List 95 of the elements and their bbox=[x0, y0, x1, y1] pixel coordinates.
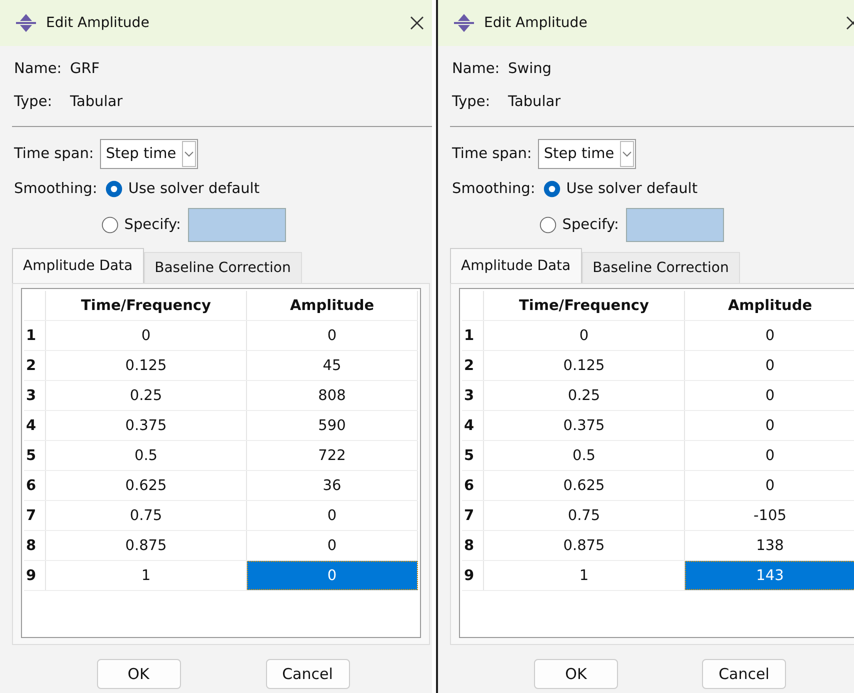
diamond-arrows-icon bbox=[452, 13, 476, 33]
chevron-down-icon bbox=[182, 141, 196, 167]
radio-button[interactable] bbox=[543, 180, 562, 198]
table-cell[interactable]: -105 bbox=[685, 501, 854, 530]
row-number: 8 bbox=[24, 531, 46, 560]
row-number: 2 bbox=[462, 351, 484, 380]
field-label: Smoothing: bbox=[452, 180, 536, 199]
column-header: Amplitude bbox=[247, 291, 418, 320]
row-number: 2 bbox=[24, 351, 46, 380]
row-number: 3 bbox=[24, 381, 46, 410]
table-cell[interactable]: 0.875 bbox=[484, 531, 685, 560]
tab[interactable]: Amplitude Data bbox=[450, 248, 582, 283]
table-cell[interactable]: 0 bbox=[685, 411, 854, 440]
table-cell[interactable]: 0.875 bbox=[46, 531, 247, 560]
row-number: 4 bbox=[462, 411, 484, 440]
table-cell[interactable]: 0 bbox=[247, 321, 418, 350]
input-field[interactable] bbox=[188, 208, 286, 242]
table-cell[interactable]: 0 bbox=[685, 351, 854, 380]
dialog-button[interactable]: Cancel bbox=[266, 659, 350, 689]
table-cell[interactable]: 0 bbox=[247, 531, 418, 560]
table-cell[interactable]: 45 bbox=[247, 351, 418, 380]
option-label: Use solver default bbox=[128, 181, 260, 197]
field-label: Type: bbox=[452, 94, 492, 110]
field-label: Name: bbox=[14, 60, 63, 76]
table-cell[interactable]: 36 bbox=[247, 471, 418, 500]
dialog-button[interactable]: Cancel bbox=[702, 659, 786, 689]
table-cell[interactable]: 0.75 bbox=[46, 501, 247, 530]
field-label: Name: bbox=[452, 60, 501, 76]
input-field[interactable] bbox=[626, 208, 724, 242]
row-number: 6 bbox=[24, 471, 46, 500]
table-cell[interactable]: 0 bbox=[46, 321, 247, 350]
table-cell[interactable]: 143 bbox=[685, 561, 854, 590]
diamond-arrows-icon bbox=[14, 13, 38, 33]
time-span-dropdown[interactable]: Step time bbox=[100, 139, 198, 169]
table-cell[interactable]: 0.625 bbox=[46, 471, 247, 500]
type-value: Tabular bbox=[70, 94, 123, 110]
chevron-down-icon bbox=[620, 141, 634, 167]
row-number: 5 bbox=[462, 441, 484, 470]
name-value: Swing bbox=[508, 60, 552, 76]
table-cell[interactable]: 0 bbox=[484, 321, 685, 350]
dialog-button[interactable]: OK bbox=[96, 659, 180, 689]
row-number: 1 bbox=[462, 321, 484, 350]
close-icon[interactable] bbox=[410, 16, 424, 30]
table-cell[interactable]: 0 bbox=[685, 471, 854, 500]
radio-button[interactable] bbox=[539, 216, 558, 234]
field-label: Type: bbox=[14, 94, 54, 110]
radio-button[interactable] bbox=[101, 216, 120, 234]
radio-button[interactable] bbox=[105, 180, 124, 198]
table-cell[interactable]: 0.25 bbox=[46, 381, 247, 410]
table-cell[interactable]: 0 bbox=[685, 381, 854, 410]
field-label: Time span: bbox=[452, 146, 532, 162]
table-cell[interactable]: 0.75 bbox=[484, 501, 685, 530]
row-number: 4 bbox=[24, 411, 46, 440]
tab[interactable]: Baseline Correction bbox=[144, 252, 302, 283]
column-header: Amplitude bbox=[685, 291, 854, 320]
table-cell[interactable]: 0.25 bbox=[484, 381, 685, 410]
dialog-button[interactable]: OK bbox=[534, 659, 618, 689]
row-number: 7 bbox=[462, 501, 484, 530]
table-cell[interactable]: 0.375 bbox=[484, 411, 685, 440]
row-number: 8 bbox=[462, 531, 484, 560]
row-number: 7 bbox=[24, 501, 46, 530]
tab[interactable]: Baseline Correction bbox=[582, 252, 740, 283]
table-cell[interactable]: 0.125 bbox=[484, 351, 685, 380]
table-cell[interactable]: 808 bbox=[247, 381, 418, 410]
table-cell[interactable]: 722 bbox=[247, 441, 418, 470]
table-cell[interactable]: 0 bbox=[685, 441, 854, 470]
option-label: Specify: bbox=[124, 217, 181, 233]
window-title: Edit Amplitude bbox=[46, 15, 150, 31]
table-cell[interactable]: 138 bbox=[685, 531, 854, 560]
field-label: Time span: bbox=[14, 146, 94, 162]
table-cell[interactable]: 0.5 bbox=[46, 441, 247, 470]
field-label: Smoothing: bbox=[14, 180, 98, 199]
row-number: 3 bbox=[462, 381, 484, 410]
column-header: Time/Frequency bbox=[46, 291, 247, 320]
table-cell[interactable]: 0 bbox=[247, 501, 418, 530]
type-value: Tabular bbox=[508, 94, 561, 110]
row-number: 1 bbox=[24, 321, 46, 350]
table-cell[interactable]: 0.625 bbox=[484, 471, 685, 500]
table-cell[interactable]: 0.5 bbox=[484, 441, 685, 470]
table-cell[interactable]: 0 bbox=[247, 561, 418, 590]
table-cell[interactable]: 0.125 bbox=[46, 351, 247, 380]
table-cell[interactable]: 0 bbox=[685, 321, 854, 350]
window-title: Edit Amplitude bbox=[484, 15, 588, 31]
time-span-dropdown[interactable]: Step time bbox=[538, 139, 636, 169]
option-label: Use solver default bbox=[566, 181, 698, 197]
row-number: 9 bbox=[462, 561, 484, 590]
row-number: 5 bbox=[24, 441, 46, 470]
table-cell[interactable]: 590 bbox=[247, 411, 418, 440]
name-value: GRF bbox=[70, 60, 100, 76]
row-number: 9 bbox=[24, 561, 46, 590]
column-header: Time/Frequency bbox=[484, 291, 685, 320]
tab[interactable]: Amplitude Data bbox=[12, 248, 144, 283]
option-label: Specify: bbox=[562, 217, 619, 233]
table-cell[interactable]: 0.375 bbox=[46, 411, 247, 440]
row-number: 6 bbox=[462, 471, 484, 500]
